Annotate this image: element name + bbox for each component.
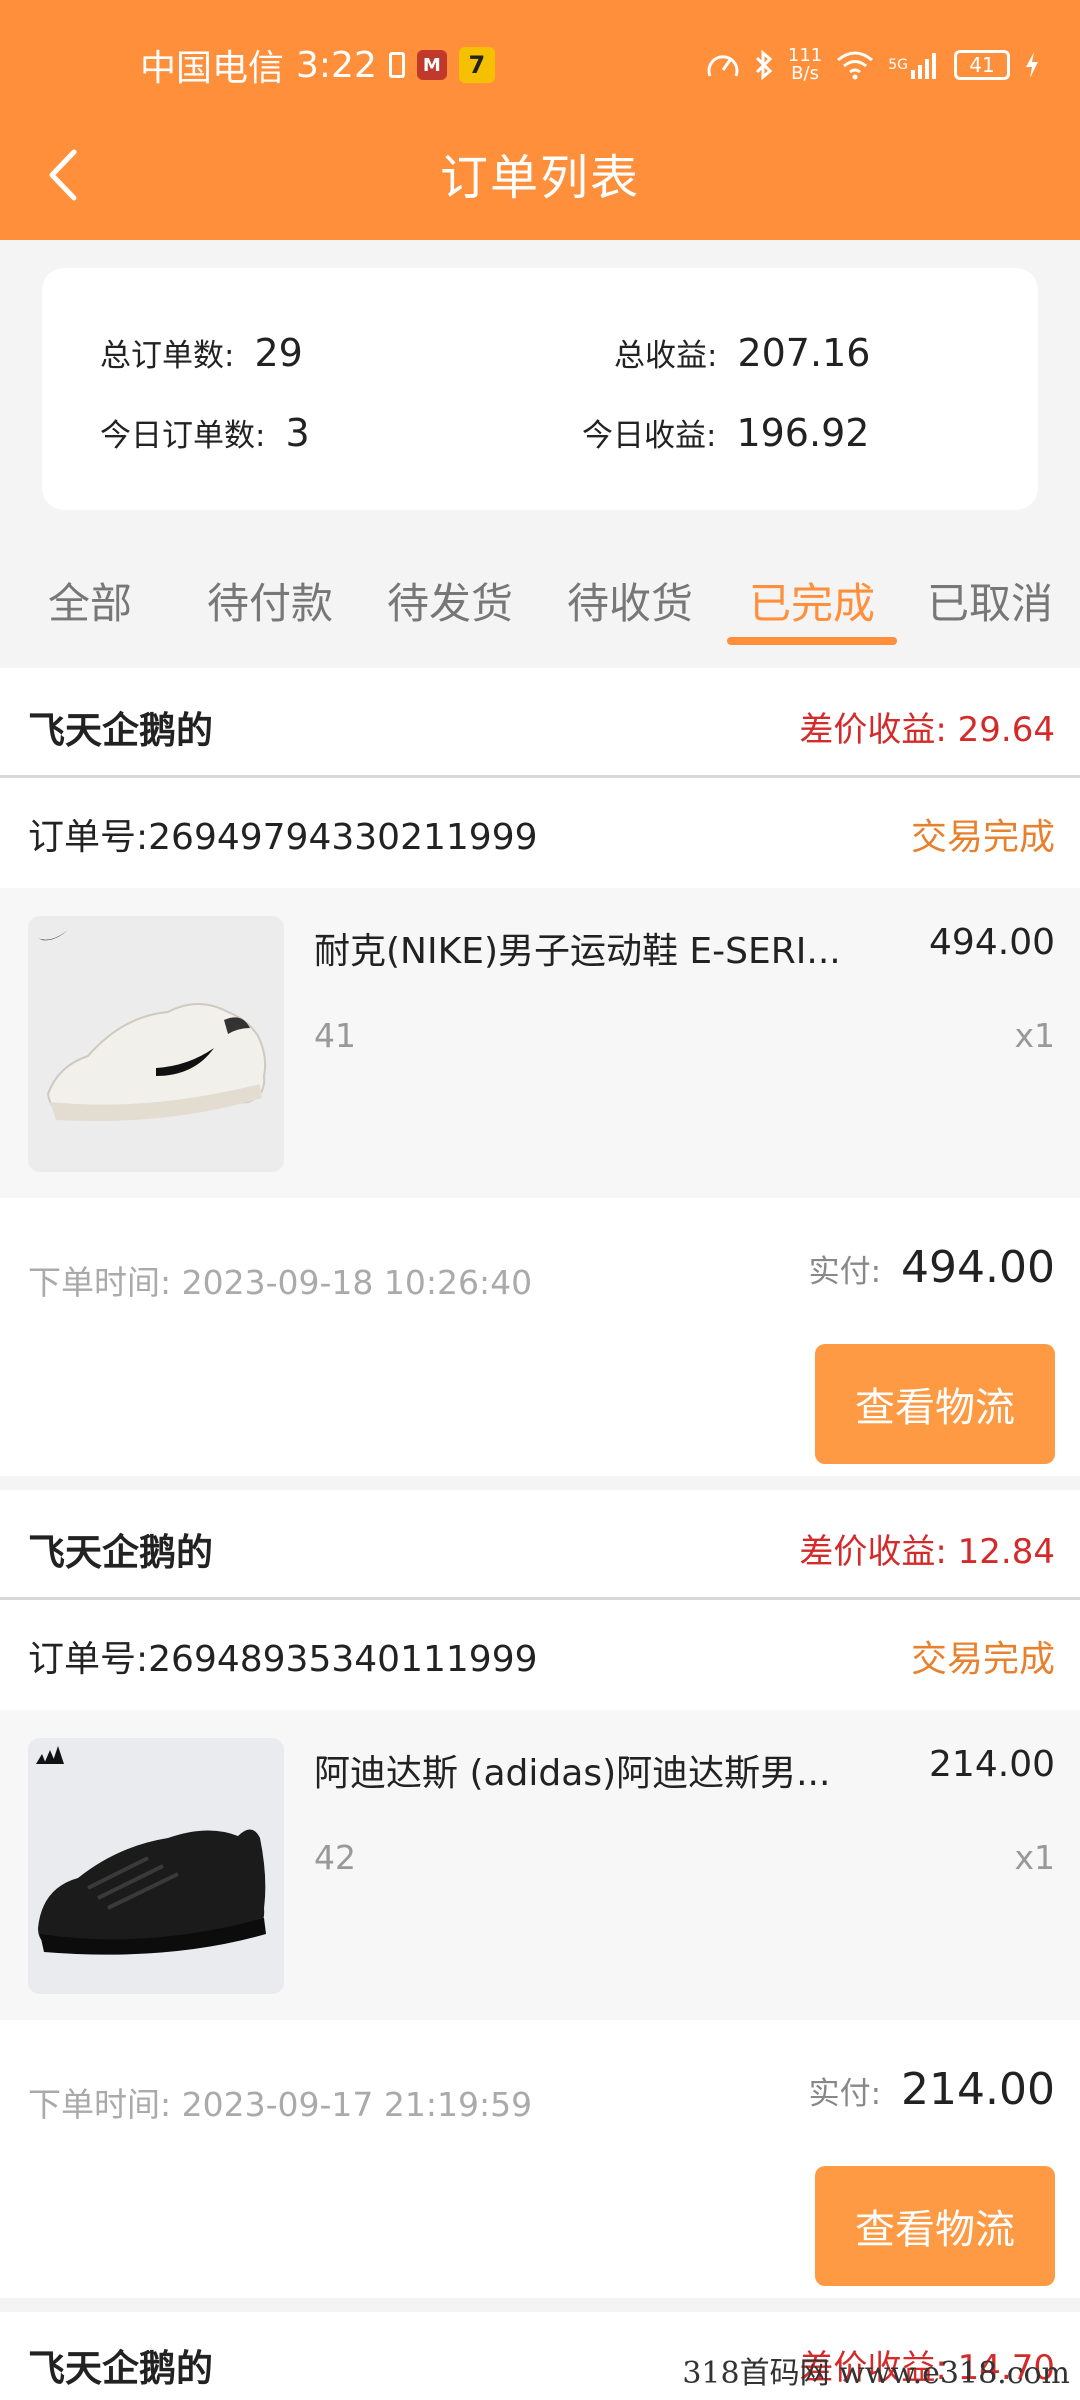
- active-tab-indicator: [727, 637, 897, 645]
- paid-value: 494.00: [901, 1242, 1055, 1293]
- product-quantity: x1: [1014, 1016, 1055, 1055]
- order-status: 交易完成: [910, 1639, 1055, 1680]
- total-orders-value: 29: [254, 331, 303, 375]
- shop-name: 飞天企鹅的: [28, 2347, 213, 2390]
- page-title: 订单列表: [439, 150, 640, 206]
- cat-app-icon: 7: [458, 47, 495, 83]
- tab-pending-shipment[interactable]: 待发货: [360, 570, 540, 631]
- shop-name: 飞天企鹅的: [28, 1531, 213, 1574]
- tab-all[interactable]: 全部: [0, 570, 180, 631]
- watermark: 318首码网 www.e318.com: [682, 2356, 1070, 2391]
- product-image: [28, 1738, 284, 1994]
- order-time: 下单时间: 2023-09-17 21:19:59: [28, 2085, 533, 2124]
- status-bar: 中国电信 3:22 M 7 111 B/s 5G 41: [0, 0, 1080, 130]
- order-number: 订单号:26948935340111999: [28, 1639, 538, 1680]
- shop-name: 飞天企鹅的: [28, 709, 213, 752]
- order-meta-row: 下单时间: 2023-09-18 10:26:40 实付: 494.00: [0, 1198, 1080, 1338]
- today-income-label: 今日收益:: [582, 418, 717, 454]
- top-header: 中国电信 3:22 M 7 111 B/s 5G 41 订单列表: [0, 0, 1080, 240]
- product-name: 阿迪达斯 (adidas)阿迪达斯男...: [314, 1753, 831, 1794]
- speedometer-icon: [706, 50, 740, 80]
- product-quantity: x1: [1014, 1838, 1055, 1877]
- product-price: 214.00: [929, 1744, 1055, 1785]
- shop-row: 飞天企鹅的 差价收益: 29.64: [0, 668, 1080, 778]
- product-size: 42: [314, 1838, 356, 1877]
- order-time: 下单时间: 2023-09-18 10:26:40: [28, 1263, 533, 1302]
- product-item[interactable]: 耐克(NIKE)男子运动鞋 E-SERI... 494.00 41 x1: [0, 888, 1080, 1198]
- tab-completed[interactable]: 已完成: [722, 570, 902, 631]
- product-image: [28, 916, 284, 1172]
- order-number-row: 订单号:26948935340111999 交易完成: [0, 1602, 1080, 1710]
- shop-row: 飞天企鹅的 差价收益: 12.84: [0, 1490, 1080, 1600]
- status-right: 111 B/s 5G 41: [706, 40, 1040, 90]
- profit-label: 差价收益: 12.84: [799, 1532, 1055, 1572]
- tab-pending-payment[interactable]: 待付款: [180, 570, 360, 631]
- net-speed-unit: B/s: [791, 63, 819, 84]
- product-price: 494.00: [929, 922, 1055, 963]
- paid-label: 实付:: [808, 1254, 882, 1290]
- battery-level: 41: [969, 53, 995, 77]
- battery-saver-icon: [388, 52, 405, 78]
- clock: 3:22: [296, 44, 377, 86]
- bluetooth-icon: [754, 49, 774, 81]
- view-logistics-button[interactable]: 查看物流: [815, 1344, 1055, 1464]
- paid-label: 实付:: [808, 2076, 882, 2112]
- tab-pending-receipt[interactable]: 待收货: [540, 570, 720, 631]
- order-number: 订单号:26949794330211999: [28, 817, 538, 858]
- tab-cancelled[interactable]: 已取消: [900, 570, 1080, 631]
- total-income-label: 总收益:: [614, 338, 718, 374]
- order-status: 交易完成: [910, 817, 1055, 858]
- wifi-icon: [836, 50, 874, 80]
- order-card: 飞天企鹅的 差价收益: 29.64 订单号:26949794330211999 …: [0, 668, 1080, 1476]
- summary-card: 总订单数: 29 总收益: 207.16 今日订单数: 3 今日收益: 196.…: [42, 268, 1038, 510]
- bank-app-icon: M: [416, 50, 447, 80]
- paid-amount: 实付: 214.00: [809, 2064, 1055, 2115]
- charging-icon: [1024, 51, 1040, 79]
- signal-tag: 5G: [888, 57, 908, 73]
- battery-icon: 41: [954, 50, 1010, 80]
- view-logistics-button[interactable]: 查看物流: [815, 2166, 1055, 2286]
- today-income-value: 196.92: [736, 411, 870, 455]
- today-orders-value: 3: [285, 411, 310, 455]
- carrier-label: 中国电信: [140, 48, 285, 89]
- paid-amount: 实付: 494.00: [809, 1242, 1055, 1293]
- order-card: 飞天企鹅的 差价收益: 12.84 订单号:26948935340111999 …: [0, 1490, 1080, 2298]
- today-orders: 今日订单数: 3: [100, 410, 310, 455]
- order-status-tabs: 全部 待付款 待发货 待收货 已完成 已取消: [0, 555, 1080, 665]
- today-orders-label: 今日订单数:: [100, 418, 266, 454]
- today-income: 今日收益: 196.92: [582, 410, 869, 455]
- total-income: 总收益: 207.16: [614, 330, 870, 375]
- order-meta-row: 下单时间: 2023-09-17 21:19:59 实付: 214.00: [0, 2020, 1080, 2160]
- total-income-value: 207.16: [737, 331, 871, 375]
- product-item[interactable]: 阿迪达斯 (adidas)阿迪达斯男... 214.00 42 x1: [0, 1710, 1080, 2020]
- profit-label: 差价收益: 29.64: [799, 710, 1055, 750]
- network-speed: 111 B/s: [788, 47, 822, 83]
- paid-value: 214.00: [901, 2064, 1055, 2115]
- total-orders-label: 总订单数:: [100, 338, 235, 374]
- cell-signal-icon: 5G: [888, 50, 940, 80]
- status-left: 中国电信 3:22 M 7: [140, 40, 495, 90]
- order-number-row: 订单号:26949794330211999 交易完成: [0, 780, 1080, 888]
- product-name: 耐克(NIKE)男子运动鞋 E-SERI...: [314, 931, 841, 972]
- product-size: 41: [314, 1016, 356, 1055]
- total-orders: 总订单数: 29: [100, 330, 303, 375]
